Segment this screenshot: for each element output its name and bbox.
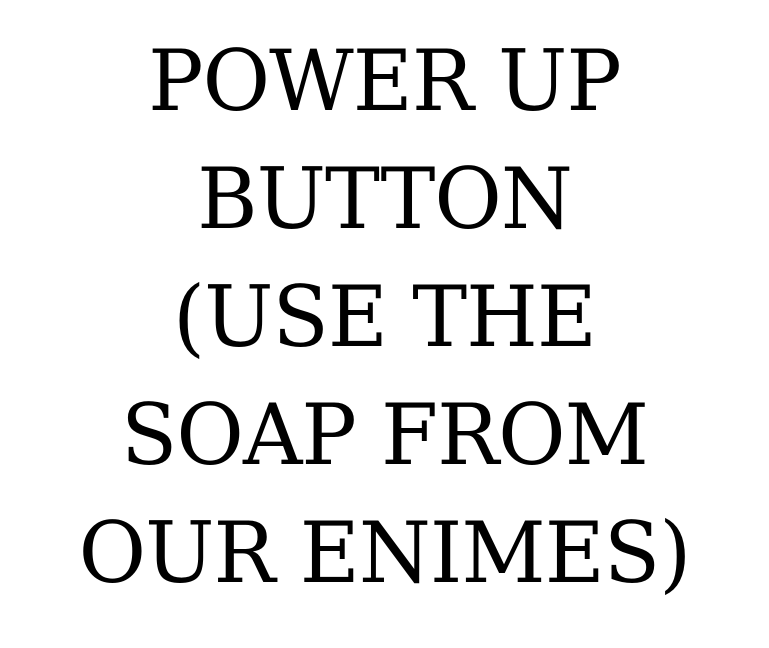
caption-line-4: SOAP FROM [121,386,649,484]
caption-line-1: POWER UP [148,32,622,130]
caption-line-2: BUTTON [197,150,573,248]
caption-line-5: OUR ENIMES) [78,504,692,602]
caption-text-block: POWER UP BUTTON (USE THE SOAP FROM OUR E… [0,22,769,612]
caption-line-3: (USE THE [172,268,597,366]
